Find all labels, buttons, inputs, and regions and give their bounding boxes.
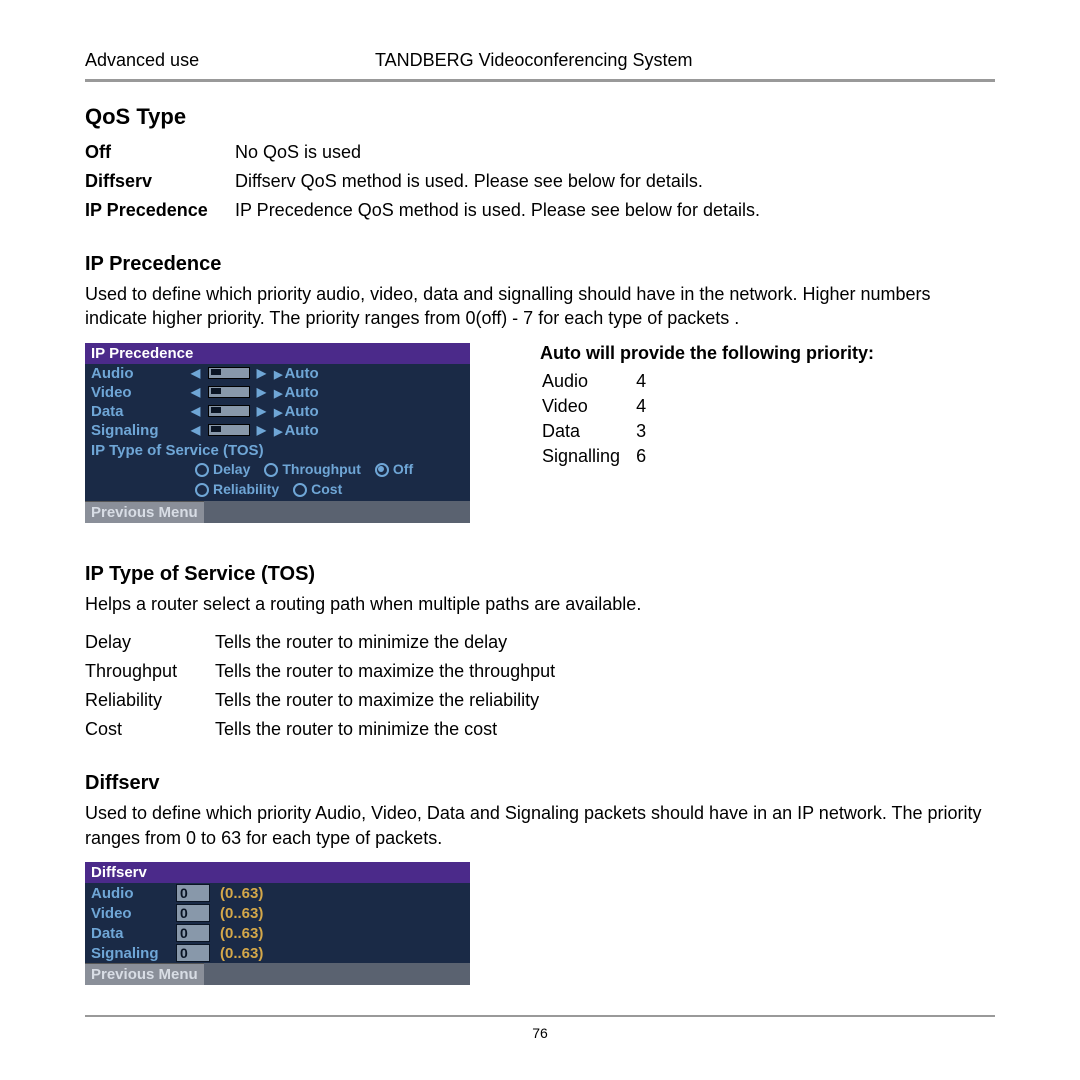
diffserv-body: Used to define which priority Audio, Vid…	[85, 801, 995, 850]
panel-row-label: Video	[91, 905, 176, 922]
auto-priority-heading: Auto will provide the following priority…	[540, 343, 874, 364]
ipprec-panel: IP Precedence Audio ◀▶ ▶Auto Video ◀▶ ▶A…	[85, 343, 470, 524]
panel-row-value: Auto	[284, 422, 318, 439]
panel-row-label: Data	[91, 925, 176, 942]
panel-row[interactable]: Audio ◀▶ ▶Auto	[85, 364, 470, 383]
diffserv-panel: Diffserv Audio 0 (0..63) Video 0 (0..63)…	[85, 862, 470, 985]
radio-icon	[375, 463, 389, 477]
panel-row[interactable]: Video 0 (0..63)	[85, 903, 470, 923]
previous-menu-button[interactable]: Previous Menu	[85, 963, 204, 985]
panel-row[interactable]: Data 0 (0..63)	[85, 923, 470, 943]
panel-row[interactable]: Signaling ◀▶ ▶Auto	[85, 421, 470, 440]
page-header: Advanced use TANDBERG Videoconferencing …	[85, 50, 995, 71]
panel-row-label: Signaling	[91, 945, 176, 962]
footer-rule	[85, 1015, 995, 1017]
range-hint: (0..63)	[220, 945, 263, 962]
qos-heading: QoS Type	[85, 104, 995, 130]
radio-option[interactable]: Reliability	[195, 481, 279, 497]
range-hint: (0..63)	[220, 925, 263, 942]
panel-row[interactable]: Data ◀▶ ▶Auto	[85, 402, 470, 421]
qos-term: IP Precedence	[85, 196, 235, 225]
tos-radio-group: Delay Throughput Off Reliability Cost	[85, 461, 470, 502]
panel-row-label: Audio	[91, 885, 176, 902]
radio-icon	[195, 463, 209, 477]
radio-icon	[195, 483, 209, 497]
panel-row-label: Data	[91, 403, 191, 420]
panel-row-value: Auto	[284, 384, 318, 401]
tos-body: Helps a router select a routing path whe…	[85, 592, 995, 616]
panel-title: Diffserv	[85, 862, 470, 883]
ipprec-heading: IP Precedence	[85, 253, 995, 276]
slider-icon[interactable]: ◀▶	[191, 385, 266, 399]
panel-row-value: Auto	[284, 403, 318, 420]
header-title: TANDBERG Videoconferencing System	[375, 50, 995, 71]
range-hint: (0..63)	[220, 905, 263, 922]
panel-row-label: Video	[91, 384, 191, 401]
panel-row-label: Signaling	[91, 422, 191, 439]
qos-term: Off	[85, 138, 235, 167]
radio-option[interactable]: Off	[375, 461, 413, 477]
panel-row[interactable]: Video ◀▶ ▶Auto	[85, 383, 470, 402]
value-input[interactable]: 0	[176, 944, 210, 962]
header-rule	[85, 79, 995, 82]
previous-menu-button[interactable]: Previous Menu	[85, 501, 204, 523]
value-input[interactable]: 0	[176, 924, 210, 942]
qos-desc: IP Precedence QoS method is used. Please…	[235, 196, 760, 225]
qos-desc: No QoS is used	[235, 138, 760, 167]
diffserv-heading: Diffserv	[85, 772, 995, 795]
ipprec-body: Used to define which priority audio, vid…	[85, 282, 995, 331]
panel-tos-label: IP Type of Service (TOS)	[85, 440, 470, 461]
header-section: Advanced use	[85, 50, 375, 71]
qos-desc: Diffserv QoS method is used. Please see …	[235, 167, 760, 196]
panel-row[interactable]: Audio 0 (0..63)	[85, 883, 470, 903]
auto-priority-table: Audio4 Video4 Data3 Signalling6	[540, 368, 662, 470]
radio-option[interactable]: Delay	[195, 461, 250, 477]
slider-icon[interactable]: ◀▶	[191, 404, 266, 418]
slider-icon[interactable]: ◀▶	[191, 366, 266, 380]
radio-option[interactable]: Throughput	[264, 461, 361, 477]
panel-row[interactable]: Signaling 0 (0..63)	[85, 943, 470, 963]
tos-def-table: DelayTells the router to minimize the de…	[85, 628, 555, 744]
qos-def-table: OffNo QoS is used DiffservDiffserv QoS m…	[85, 138, 760, 225]
panel-row-label: Audio	[91, 365, 191, 382]
tos-heading: IP Type of Service (TOS)	[85, 563, 995, 586]
radio-icon	[293, 483, 307, 497]
qos-term: Diffserv	[85, 167, 235, 196]
panel-title: IP Precedence	[85, 343, 470, 364]
range-hint: (0..63)	[220, 885, 263, 902]
radio-option[interactable]: Cost	[293, 481, 342, 497]
value-input[interactable]: 0	[176, 884, 210, 902]
page-number: 76	[85, 1025, 995, 1041]
slider-icon[interactable]: ◀▶	[191, 423, 266, 437]
panel-row-value: Auto	[284, 365, 318, 382]
auto-priority-block: Auto will provide the following priority…	[540, 343, 874, 470]
radio-icon	[264, 463, 278, 477]
value-input[interactable]: 0	[176, 904, 210, 922]
